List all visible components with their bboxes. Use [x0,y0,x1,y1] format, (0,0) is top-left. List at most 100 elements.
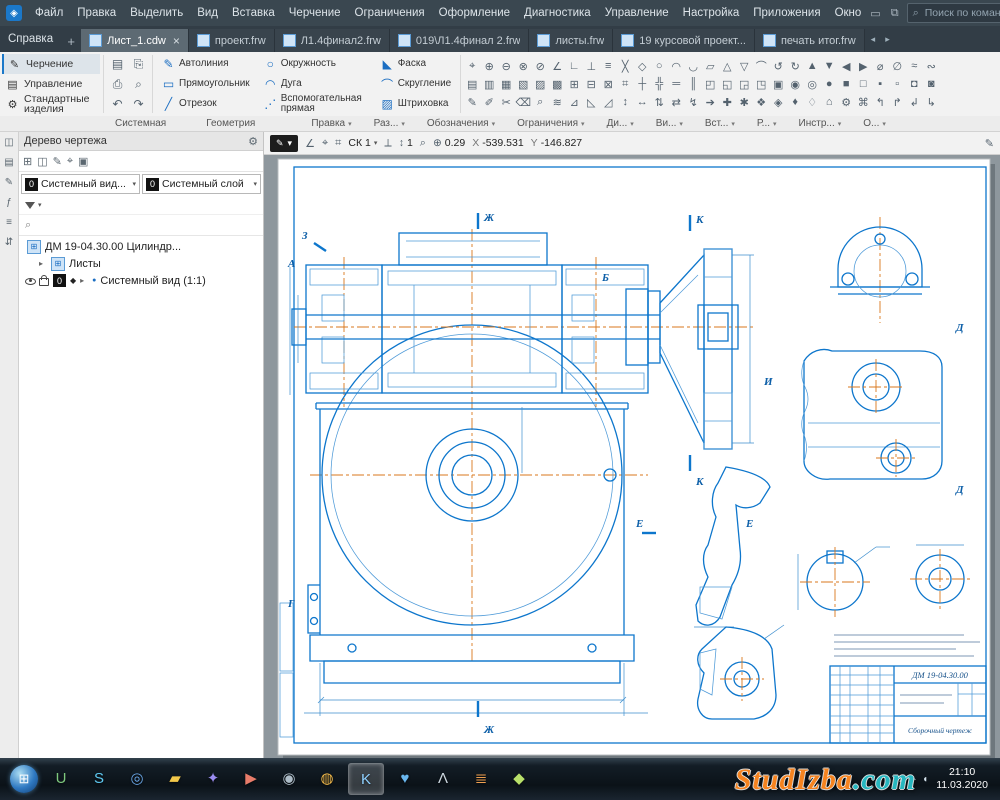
toolbar-grid-icon[interactable]: ◎ [804,76,820,92]
current-view-select[interactable]: 0 Системный вид... ▾ [21,174,140,194]
ortho-icon[interactable]: ⟂ [384,137,391,150]
toolbar-grid-icon[interactable]: ▼ [821,58,837,74]
preview-icon[interactable]: ⌕ [128,74,149,94]
tab-scroll-right-icon[interactable]: ▸ [881,30,894,49]
toolbar-grid-icon[interactable]: ⌫ [515,94,531,110]
toolbar-grid-icon[interactable]: ♢ [804,94,820,110]
toolbar-group-label[interactable]: Ви...▾ [645,118,694,129]
toolbar-grid-icon[interactable]: ↲ [906,94,922,110]
panel-management[interactable]: ▤ Управление [2,74,100,94]
tree-layout-icon[interactable]: ◫ [37,155,47,168]
toolbar-group-label[interactable]: Правка▾ [300,118,362,129]
edit-pencil-icon[interactable]: ✎ [985,137,994,150]
document-tab[interactable]: 19 курсовой проект... [613,29,755,52]
taskbar-app-skype[interactable]: S [82,763,116,793]
menu-item[interactable]: Вставка [225,3,282,23]
toolbar-grid-icon[interactable]: ▨ [532,76,548,92]
coordinate-system-select[interactable]: СК 1▾ [348,137,377,149]
toolbar-grid-icon[interactable]: ▥ [481,76,497,92]
toolbar-grid-icon[interactable]: ∾ [923,58,939,74]
menu-item[interactable]: Правка [70,3,123,23]
expand-arrow-icon[interactable]: ▸ [80,276,88,285]
toolbar-grid-icon[interactable]: ⚙ [838,94,854,110]
toolbar-grid-icon[interactable]: ❖ [753,94,769,110]
menu-item[interactable]: Приложения [746,3,827,23]
toolbar-grid-icon[interactable]: ╬ [651,76,667,92]
toolbar-grid-icon[interactable]: ↺ [770,58,786,74]
toolbar-grid-icon[interactable]: ▩ [549,76,565,92]
tab-close-icon[interactable]: × [173,34,180,48]
document-tab[interactable]: проект.frw [189,29,275,52]
toolbar-grid-icon[interactable]: ▦ [498,76,514,92]
toolbar-grid-icon[interactable]: ⇅ [651,94,667,110]
toolbar-group-label[interactable]: Инстр...▾ [788,118,853,129]
toolbar-grid-icon[interactable]: ▽ [736,58,752,74]
toolbar-grid-icon[interactable]: ⊿ [566,94,582,110]
tree-settings-gear-icon[interactable]: ⚙ [248,135,258,148]
parameters-panel-icon[interactable]: ◫ [4,137,13,148]
toolbar-grid-icon[interactable]: ✂ [498,94,514,110]
toolbar-grid-icon[interactable]: ⌖ [464,58,480,74]
toolbar-grid-icon[interactable]: ▲ [804,58,820,74]
taskbar-clock[interactable]: 21:10 11.03.2020 [932,766,996,792]
toolbar-grid-icon[interactable]: ∟ [566,58,582,74]
toolbar-grid-icon[interactable]: ⊟ [583,76,599,92]
copy-icon[interactable]: ⎘ [128,54,149,74]
toolbar-grid-icon[interactable]: ⊖ [498,58,514,74]
document-properties-button[interactable]: ✎▾ [270,135,298,152]
toolbar-grid-icon[interactable]: ↳ [923,94,939,110]
layers-panel-icon[interactable]: ≡ [6,217,12,228]
start-button[interactable]: ⊞ [10,765,38,793]
toolbar-grid-icon[interactable]: ↻ [787,58,803,74]
toolbar-grid-icon[interactable]: ⌘ [855,94,871,110]
tool-rectangle[interactable]: ▭Прямоугольник [156,74,256,94]
toolbar-grid-icon[interactable]: ║ [685,76,701,92]
menu-item[interactable]: Черчение [282,3,348,23]
toolbar-grid-icon[interactable]: ◱ [719,76,735,92]
toolbar-grid-icon[interactable]: ◇ [634,58,650,74]
toolbar-grid-icon[interactable]: ✎ [464,94,480,110]
toolbar-grid-icon[interactable]: ◰ [702,76,718,92]
cascade-windows-icon[interactable]: ⧉ [889,5,901,22]
toolbar-grid-icon[interactable]: ▤ [464,76,480,92]
toolbar-group-label[interactable]: Р...▾ [746,118,788,129]
new-tab-button[interactable]: + [61,34,81,52]
toolbar-grid-icon[interactable]: ◈ [770,94,786,110]
current-layer-select[interactable]: 0 Системный слой ▾ [142,174,261,194]
toolbar-grid-icon[interactable]: ✱ [736,94,752,110]
scale-field[interactable]: ↕1 [399,137,413,149]
tree-item-document[interactable]: ⊞ ДМ 19-04.30.00 Цилиндр... [19,238,263,255]
tool-autoline[interactable]: ✎Автолиния [156,54,256,74]
toolbar-grid-icon[interactable]: ◺ [583,94,599,110]
properties-panel-icon[interactable]: ▤ [4,157,13,168]
taskbar-app-tools[interactable]: Λ [426,763,460,793]
document-tab[interactable]: 019\Л1.4финал 2.frw [390,29,530,52]
toolbar-grid-icon[interactable]: ≈ [906,58,922,74]
toolbar-grid-icon[interactable]: ∠ [549,58,565,74]
toolbar-grid-icon[interactable]: ⌂ [821,94,837,110]
taskbar-app-explorer[interactable]: ▰ [158,763,192,793]
command-search-input[interactable] [923,6,1000,20]
measure-panel-icon[interactable]: ⇵ [5,237,13,248]
menu-item-help[interactable]: Справка [0,28,61,50]
toolbar-grid-icon[interactable]: ▧ [515,76,531,92]
drawing-area[interactable]: ДМ 19-04.30.00 Сборочный чертеж Ж Ж К [264,155,1000,758]
toolbar-grid-icon[interactable]: ◿ [600,94,616,110]
toolbar-grid-icon[interactable]: ⊞ [566,76,582,92]
toolbar-grid-icon[interactable]: ↰ [872,94,888,110]
toolbar-grid-icon[interactable]: ═ [668,76,684,92]
menu-item[interactable]: Оформление [432,3,517,23]
tree-edit-icon[interactable]: ✎ [53,155,62,168]
toolbar-grid-icon[interactable]: ♦ [787,94,803,110]
tree-filter[interactable]: ▾ [19,196,263,215]
taskbar-app-kompas[interactable]: K [348,763,384,795]
menu-item[interactable]: Управление [598,3,676,23]
zoom-field[interactable]: ⊕0.29 [433,137,465,149]
angle-snap-icon[interactable]: ∠ [305,137,315,150]
toolbar-grid-icon[interactable]: ◳ [753,76,769,92]
toolbar-grid-icon[interactable]: ↱ [889,94,905,110]
toolbar-grid-icon[interactable]: ▶ [855,58,871,74]
document-tab[interactable]: Л1.4финал2.frw [275,29,390,52]
toolbar-grid-icon[interactable]: ⊕ [481,58,497,74]
toolbar-grid-icon[interactable]: ◀ [838,58,854,74]
